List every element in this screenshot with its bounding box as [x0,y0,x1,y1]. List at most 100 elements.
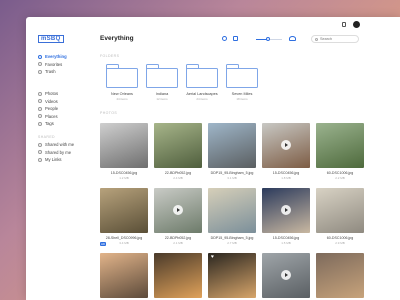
people-icon [38,106,42,111]
folder-name: New Orleans [111,92,133,96]
photo-item[interactable]: 15-DSC0456.jpg 1.2 MB [100,123,148,180]
sidebar-item-tags[interactable]: Tags [38,120,58,128]
photo-item[interactable] [154,253,202,298]
folder-count: 44 items [116,97,128,101]
photo-thumbnail[interactable] [100,253,148,298]
folder-item[interactable]: Aerial Landscapes 24 items [185,64,219,101]
folder-icon [146,64,178,88]
share-icon [38,142,42,147]
photo-item[interactable] [316,253,364,298]
grid-icon [38,54,42,59]
photo-filesize: 2.2 MB [335,176,345,180]
photo-icon [38,91,42,96]
zoom-slider-knob[interactable] [265,37,270,42]
sidebar-item-my-links[interactable]: My Links [38,156,74,164]
sidebar-item-places[interactable]: Places [38,113,58,121]
photo-thumbnail[interactable] [100,123,148,168]
photo-thumbnail[interactable]: ♥ [208,253,256,298]
photos-section-label: PHOTOS [100,111,118,115]
photo-filename: 15-DSC0456.jpg [272,236,300,240]
photo-item[interactable]: 28-Shell_DSC0996.jpg 3.4 MB HD [100,188,148,246]
photo-item[interactable]: DDP15_95-Bingham_5.jpg 3.1 MB [208,123,256,180]
sidebar-item-trash[interactable]: Trash [38,68,67,76]
photo-thumbnail[interactable] [208,123,256,168]
play-icon[interactable] [173,205,183,215]
app-window: mSBQ Everything Favorites Trash Photos Vide… [26,17,400,300]
photo-item[interactable] [262,253,310,298]
zoom-slider[interactable] [256,37,282,42]
folder-count: 18 items [236,97,248,101]
link-icon [38,157,42,162]
photo-thumbnail[interactable] [154,188,202,233]
photo-filesize: 2.9 MB [335,241,345,245]
search-icon [315,38,318,41]
folder-count: 24 items [196,97,208,101]
photo-thumbnail[interactable] [208,188,256,233]
photo-item[interactable]: ♥ [208,253,256,298]
photo-filesize: 1.5 MB [281,241,291,245]
folder-item[interactable]: Seven Miles 18 items [225,64,259,101]
photo-item[interactable]: 15-DSC0456.jpg 1.8 MB [262,123,310,180]
photo-filesize: 2.1 MB [173,241,183,245]
photo-item[interactable]: 60-DSC1006.jpg 2.2 MB [316,123,364,180]
search-input[interactable] [320,37,356,41]
sidebar-item-label: Everything [45,54,67,60]
photo-item[interactable]: 22-BDPb052.jpg 2.4 MB [154,123,202,180]
upload-icon[interactable] [222,36,227,41]
sidebar-item-label: Photos [45,91,59,97]
hd-badge: HD [100,242,107,246]
sidebar-item-videos[interactable]: Videos [38,98,58,106]
folder-icon [226,64,258,88]
photo-item[interactable]: 15-DSC0456.jpg 1.5 MB [262,188,310,245]
sidebar-item-people[interactable]: People [38,105,58,113]
photo-thumbnail[interactable] [316,188,364,233]
sidebar-item-label: Shared with me [45,142,75,148]
photo-thumbnail[interactable] [154,253,202,298]
photo-filename: DDP15_95-Bingham_5.jpg [210,236,254,240]
photo-thumbnail[interactable] [262,123,310,168]
photo-thumbnail[interactable] [316,123,364,168]
photo-thumbnail[interactable] [262,253,310,298]
photo-filename: 28-Shell_DSC0996.jpg [105,236,143,240]
photo-item[interactable] [100,253,148,298]
folder-icon [106,64,138,88]
play-icon[interactable] [281,205,291,215]
phone-icon[interactable] [342,22,346,27]
sidebar-item-label: Trash [45,69,56,75]
sidebar-item-label: Tags [45,121,54,127]
photo-filename: 60-DSC1006.jpg [326,236,354,240]
add-user-icon[interactable] [289,36,296,41]
photo-thumbnail[interactable] [100,188,148,233]
photo-item[interactable]: DDP15_95-Bingham_5.jpg 2.7 MB [208,188,256,245]
folder-item[interactable]: New Orleans 44 items [105,64,139,101]
photo-filesize: 2.4 MB [173,176,183,180]
folder-item[interactable]: Indiana 12 items [145,64,179,101]
folder-name: Indiana [155,92,169,96]
sidebar-item-label: People [45,106,59,112]
photo-item[interactable]: 60-DSC1006.jpg 2.9 MB [316,188,364,245]
photo-filesize: 2.7 MB [227,241,237,245]
sidebar-item-everything[interactable]: Everything [38,53,67,61]
photo-item[interactable]: 22-BDPb052.jpg 2.1 MB [154,188,202,245]
heart-icon[interactable]: ♥ [211,254,214,260]
sidebar-item-photos[interactable]: Photos [38,90,58,98]
play-icon[interactable] [281,140,291,150]
search-box[interactable] [311,35,359,43]
sidebar-item-shared-with-me[interactable]: Shared with me [38,141,74,149]
share-icon [38,150,42,155]
sidebar-shared-section: SHARED Shared with me Shared by me My Link… [38,134,74,164]
photo-thumbnail[interactable] [316,253,364,298]
photo-filename: 15-DSC0456.jpg [110,171,138,175]
photo-thumbnail[interactable] [262,188,310,233]
avatar[interactable] [353,21,360,28]
photo-thumbnail[interactable] [154,123,202,168]
sidebar-shared-nav: Shared with me Shared by me My Links [38,141,74,164]
new-folder-icon[interactable] [233,36,238,41]
sidebar-item-favorites[interactable]: Favorites [38,61,67,69]
play-icon[interactable] [281,270,291,280]
folder-name: Seven Miles [231,92,253,96]
app-logo[interactable]: mSBQ [38,35,64,43]
photo-filesize: 1.2 MB [119,176,129,180]
sidebar-item-shared-by-me[interactable]: Shared by me [38,149,74,157]
sidebar-main-nav: Everything Favorites Trash [38,53,67,76]
